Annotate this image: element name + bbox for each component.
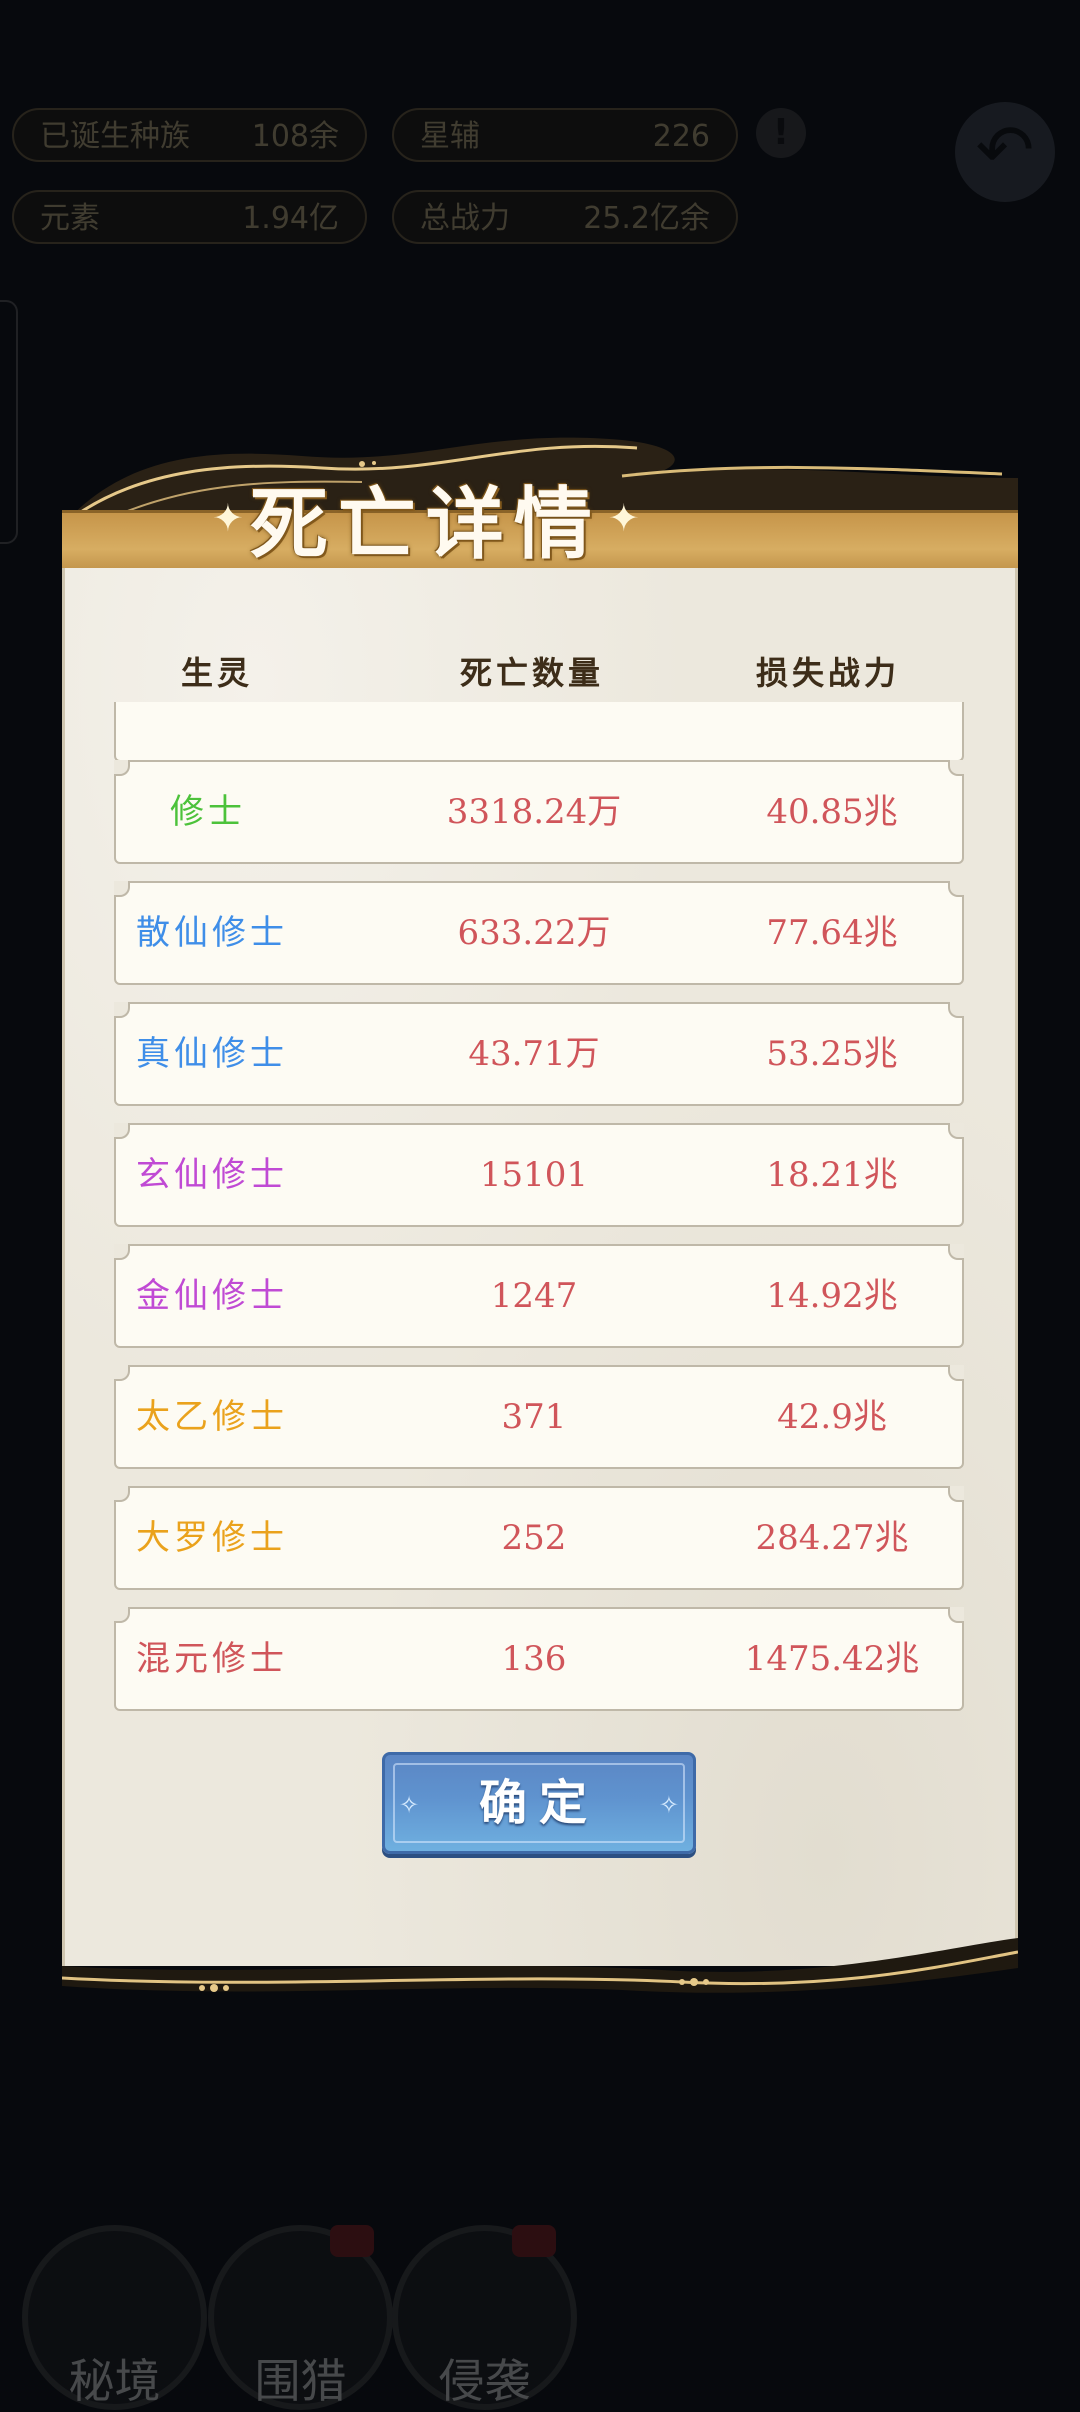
table-row: 玄仙修士 15101 18.21兆: [114, 1123, 964, 1227]
column-header-power-loss: 损失战力: [755, 654, 900, 692]
dialog-title-group: ✦ 死亡详情 ✦: [212, 458, 640, 578]
stat-label: 星辅: [420, 119, 480, 154]
creature-name: 散仙修士: [136, 913, 288, 953]
nav-label: 围猎: [254, 2354, 347, 2408]
stat-label: 总战力: [420, 201, 510, 236]
creature-name: 金仙修士: [136, 1276, 288, 1316]
stat-value: 226: [652, 119, 710, 154]
nav-label: 侵袭: [438, 2354, 531, 2408]
stat-stars[interactable]: 星辅 226: [392, 108, 738, 162]
alert-icon[interactable]: !: [756, 108, 806, 158]
table-row: 修士 3318.24万 40.85兆: [114, 760, 964, 864]
table-row: 散仙修士 633.22万 77.64兆: [114, 881, 964, 985]
death-count: 15101: [479, 1155, 589, 1195]
column-header-creature: 生灵: [180, 654, 253, 692]
power-loss: 284.27兆: [755, 1518, 909, 1558]
stat-total-power[interactable]: 总战力 25.2亿余: [392, 190, 738, 244]
table-row: 金仙修士 1247 14.92兆: [114, 1244, 964, 1348]
creature-name: 大罗修士: [136, 1518, 288, 1558]
notification-badge: [512, 2225, 556, 2257]
death-count: 3318.24万: [446, 792, 622, 832]
death-count: 1247: [490, 1276, 578, 1316]
power-loss: 53.25兆: [766, 1034, 898, 1074]
column-header-death-count: 死亡数量: [459, 654, 604, 692]
table-row: 大罗修士 252 284.27兆: [114, 1486, 964, 1590]
death-list-scroll[interactable]: 修士 3318.24万 40.85兆散仙修士 633.22万 77.64兆真仙修士 43.…: [112, 702, 968, 1717]
stat-species[interactable]: 已诞生种族 108余: [12, 108, 367, 162]
power-loss: 77.64兆: [766, 913, 898, 953]
table-row: 太乙修士 371 42.9兆: [114, 1365, 964, 1469]
stat-elements[interactable]: 元素 1.94亿: [12, 190, 367, 244]
creature-name: 修士: [170, 792, 246, 832]
creature-name: 太乙修士: [136, 1397, 288, 1437]
table-row: 真仙修士 43.71万 53.25兆: [114, 1002, 964, 1106]
footer-swirl-ornament: [62, 1938, 1018, 1993]
creature-name: 真仙修士: [136, 1034, 288, 1074]
stat-value: 108余: [251, 119, 339, 154]
table-row-partial: [114, 702, 964, 762]
table-header: 生灵 死亡数量 损失战力: [62, 648, 1018, 698]
table-row: 混元修士 136 1475.42兆: [114, 1607, 964, 1711]
stat-label: 元素: [40, 201, 100, 236]
dialog-title: 死亡详情: [249, 479, 602, 570]
confirm-button[interactable]: ✧ ✧ 确定: [382, 1752, 696, 1854]
stat-value: 1.94亿: [242, 201, 339, 236]
creature-name: 玄仙修士: [136, 1155, 288, 1195]
side-drawer-tab[interactable]: [0, 300, 18, 544]
notification-badge: [330, 2225, 374, 2257]
nav-label: 秘境: [68, 2354, 161, 2408]
creature-name: 混元修士: [136, 1639, 288, 1679]
diamond-ornament-icon: ✦: [212, 496, 244, 540]
death-count: 136: [501, 1639, 567, 1679]
stat-value: 25.2亿余: [583, 201, 710, 236]
death-count: 371: [501, 1397, 567, 1437]
power-loss: 1475.42兆: [744, 1639, 920, 1679]
confirm-label: 确定: [478, 1775, 599, 1831]
power-loss: 18.21兆: [766, 1155, 898, 1195]
power-loss: 40.85兆: [766, 792, 898, 832]
death-count: 633.22万: [457, 913, 611, 953]
death-count: 252: [501, 1518, 567, 1558]
stat-label: 已诞生种族: [40, 119, 190, 154]
back-arrow-icon[interactable]: ↶: [955, 102, 1055, 202]
diamond-ornament-icon: ✦: [607, 496, 640, 540]
power-loss: 14.92兆: [766, 1276, 898, 1316]
power-loss: 42.9兆: [777, 1397, 887, 1437]
death-count: 43.71万: [468, 1034, 600, 1074]
